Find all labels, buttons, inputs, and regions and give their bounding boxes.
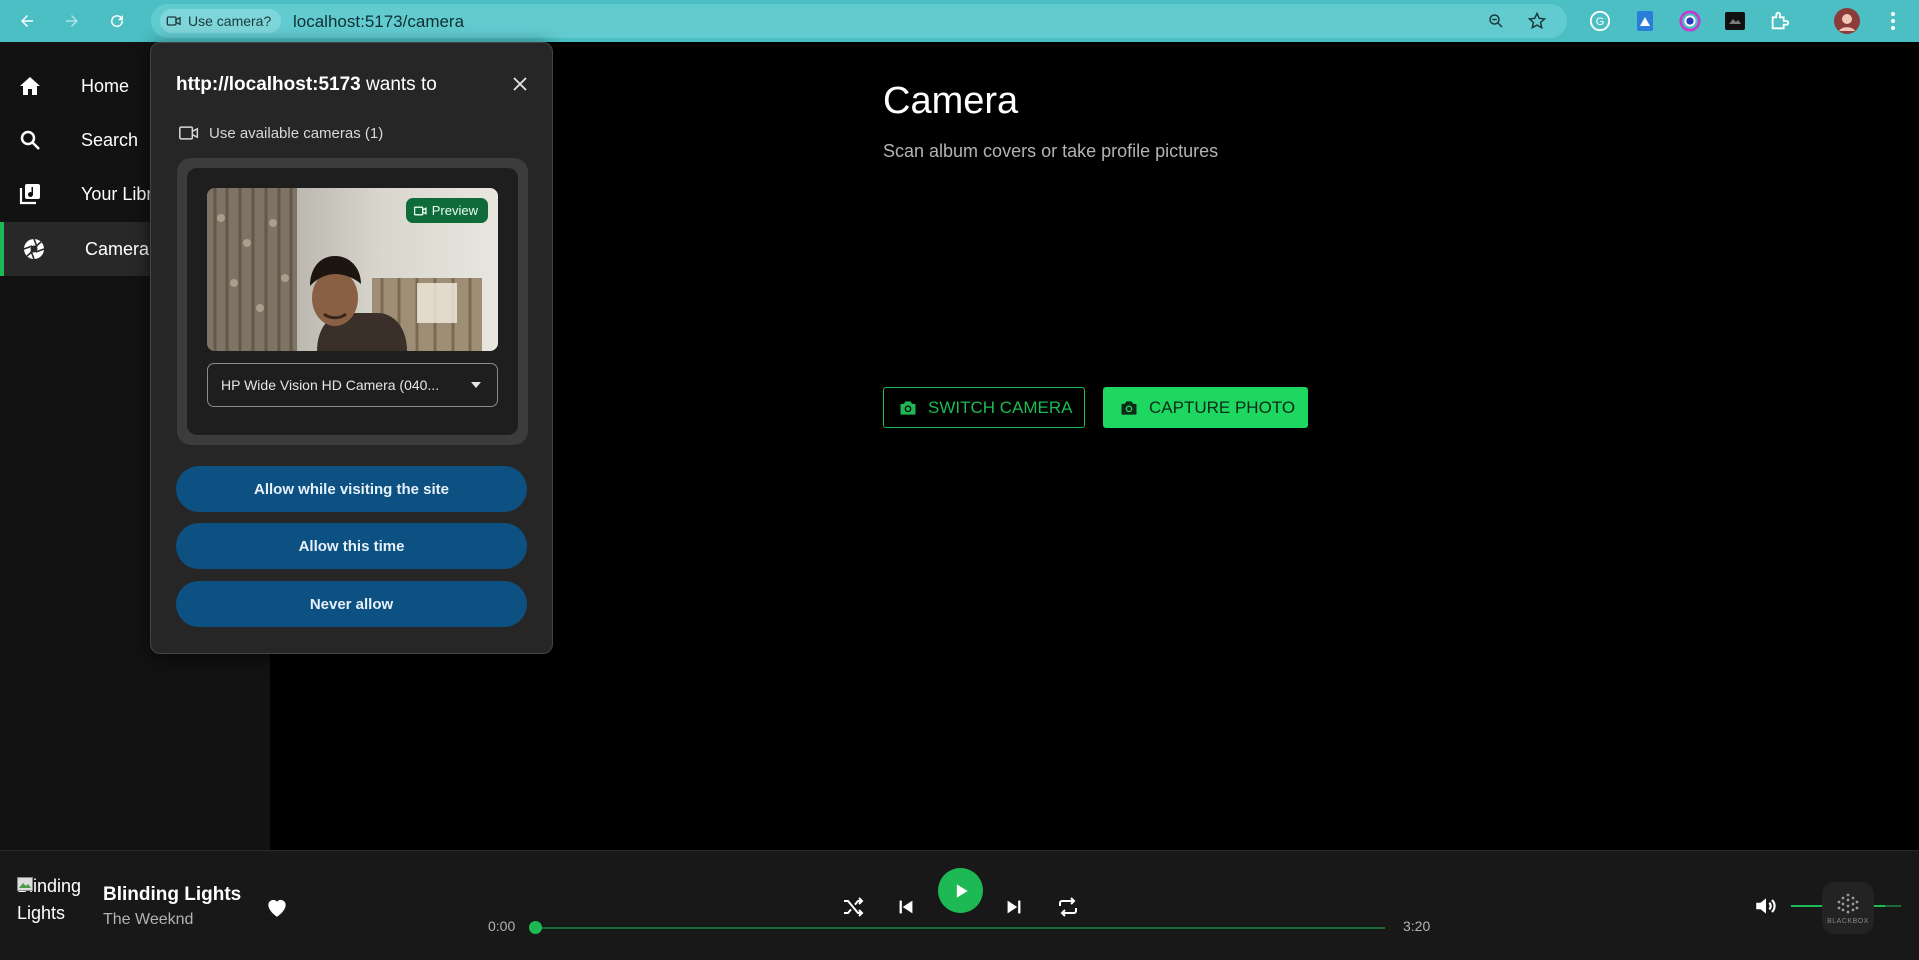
camera-preview-inner: Preview HP Wide Vision HD Camera (040... xyxy=(187,168,518,435)
preview-label: Preview xyxy=(431,203,478,218)
play-button[interactable] xyxy=(938,868,983,913)
zoom-icon[interactable] xyxy=(1484,9,1508,33)
popup-title: http://localhost:5173 wants to xyxy=(176,74,437,96)
allow-while-visiting-button[interactable]: Allow while visiting the site xyxy=(176,466,527,512)
shuffle-icon[interactable] xyxy=(838,892,868,922)
track-artist[interactable]: The Weeknd xyxy=(103,911,193,929)
popup-wants-to: wants to xyxy=(366,74,437,95)
video-camera-icon xyxy=(166,16,181,26)
sidebar-item-label: Search xyxy=(81,129,139,150)
camera-aperture-icon xyxy=(23,238,45,260)
library-icon xyxy=(19,184,40,205)
address-bar[interactable]: Use camera? localhost:5173/camera xyxy=(151,4,1567,38)
permission-line: Use available cameras (1) xyxy=(179,124,383,142)
url-text[interactable]: localhost:5173/camera xyxy=(293,12,464,32)
camera-icon xyxy=(1121,400,1137,415)
allow-this-time-button[interactable]: Allow this time xyxy=(176,523,527,569)
preview-badge: Preview xyxy=(405,198,488,223)
video-camera-icon xyxy=(413,206,427,215)
camera-select-value: HP Wide Vision HD Camera (040... xyxy=(221,377,440,393)
forward-icon[interactable] xyxy=(56,5,88,37)
repeat-icon[interactable] xyxy=(1053,892,1083,922)
sidebar-item-label: Camera xyxy=(85,238,150,259)
browser-toolbar: Use camera? localhost:5173/camera G xyxy=(0,0,1919,42)
switch-camera-button[interactable]: SWITCH CAMERA xyxy=(883,387,1085,428)
close-icon[interactable] xyxy=(508,72,532,96)
capture-photo-button[interactable]: CAPTURE PHOTO xyxy=(1103,387,1308,428)
sidebar-item-label: Home xyxy=(81,75,130,96)
profile-avatar[interactable] xyxy=(1834,8,1860,34)
camera-icon xyxy=(900,400,916,415)
camera-permission-dialog: http://localhost:5173 wants to Use avail… xyxy=(150,42,553,654)
svg-text:G: G xyxy=(1596,16,1605,28)
play-icon xyxy=(956,883,968,898)
progress-bar[interactable] xyxy=(535,927,1385,929)
search-icon xyxy=(20,130,40,150)
chevron-down-icon xyxy=(471,382,481,388)
bookmark-star-icon[interactable] xyxy=(1525,9,1549,33)
album-art: Blinding Lights xyxy=(17,873,87,945)
previous-track-icon[interactable] xyxy=(891,892,921,922)
grammarly-extension-icon[interactable]: G xyxy=(1587,8,1613,34)
next-track-icon[interactable] xyxy=(999,892,1029,922)
camera-select-dropdown[interactable]: HP Wide Vision HD Camera (040... xyxy=(207,363,498,407)
progress-handle[interactable] xyxy=(529,921,542,934)
never-allow-button[interactable]: Never allow xyxy=(176,581,527,627)
screenshot-extension-icon[interactable] xyxy=(1722,8,1748,34)
blackbox-logo-icon xyxy=(1837,893,1859,913)
elapsed-time: 0:00 xyxy=(488,918,516,934)
scanner-extension-icon[interactable] xyxy=(1632,8,1658,34)
heart-icon[interactable] xyxy=(264,894,290,920)
camera-preview-image: Preview xyxy=(207,188,498,351)
switch-camera-label: SWITCH CAMERA xyxy=(928,397,1073,417)
broken-image-icon xyxy=(17,877,33,891)
blackbox-logo-text: BLACKBOX xyxy=(1827,917,1869,925)
video-camera-icon xyxy=(179,126,199,140)
track-title[interactable]: Blinding Lights xyxy=(103,884,241,906)
extensions-puzzle-icon[interactable] xyxy=(1767,8,1793,34)
blackbox-extension-icon[interactable]: BLACKBOX xyxy=(1822,882,1874,934)
browser-menu-icon[interactable] xyxy=(1880,8,1906,34)
color-picker-extension-icon[interactable] xyxy=(1677,8,1703,34)
back-icon[interactable] xyxy=(11,5,43,37)
page-title: Camera xyxy=(883,80,1019,122)
page-subtitle: Scan album covers or take profile pictur… xyxy=(883,141,1219,161)
capture-photo-label: CAPTURE PHOTO xyxy=(1149,397,1296,417)
chip-label: Use camera? xyxy=(188,13,272,29)
camera-preview-panel: Preview HP Wide Vision HD Camera (040... xyxy=(177,158,528,445)
volume-icon[interactable] xyxy=(1753,893,1779,919)
camera-permission-chip[interactable]: Use camera? xyxy=(160,9,282,33)
home-icon xyxy=(20,77,40,95)
popup-origin: http://localhost:5173 xyxy=(176,74,361,95)
duration-time: 3:20 xyxy=(1403,918,1431,934)
reload-icon[interactable] xyxy=(101,5,133,37)
permission-text: Use available cameras (1) xyxy=(209,124,384,142)
